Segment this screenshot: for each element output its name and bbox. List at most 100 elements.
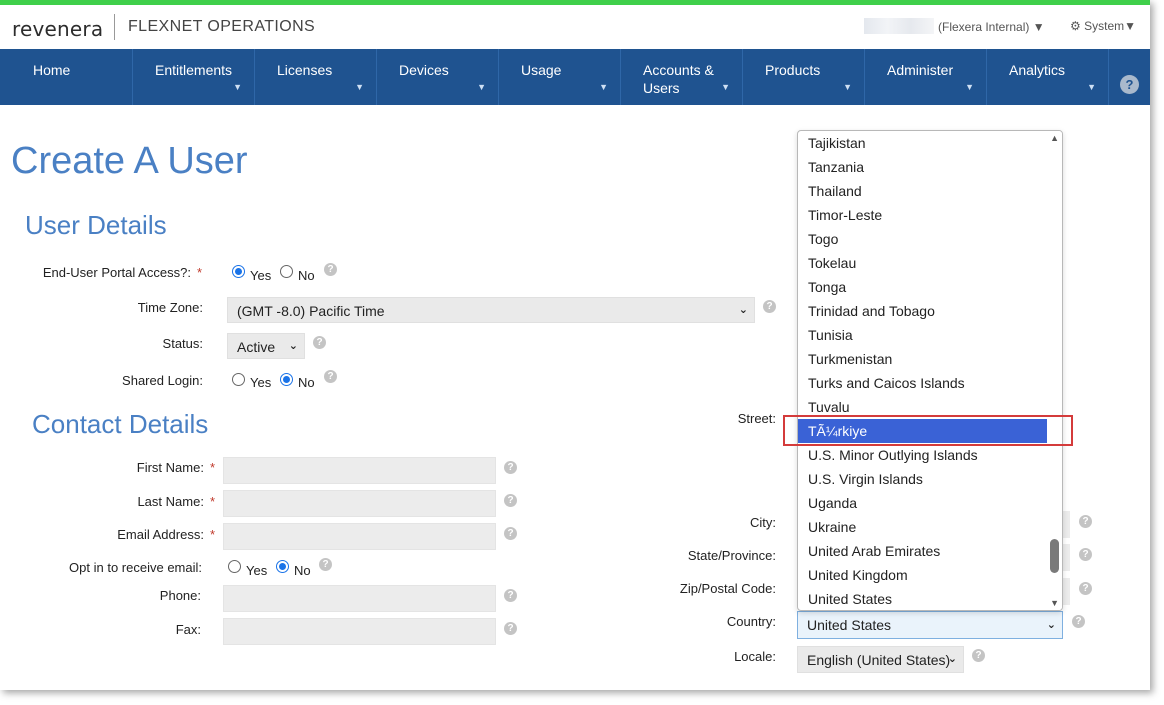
nav-home[interactable]: Home xyxy=(11,49,133,105)
help-icon[interactable]: ? xyxy=(313,336,326,349)
first-name-label: First Name: * xyxy=(137,460,215,475)
help-icon[interactable]: ? xyxy=(504,527,517,540)
country-option[interactable]: United Kingdom xyxy=(798,563,1048,587)
city-input[interactable] xyxy=(1063,511,1070,538)
country-option[interactable]: Tanzania xyxy=(798,155,1048,179)
locale-select[interactable]: English (United States) ⌄ xyxy=(797,646,964,673)
dropdown-scrollbar[interactable]: ▲ ▼ xyxy=(1047,131,1062,610)
help-icon[interactable]: ? xyxy=(1120,75,1139,94)
help-icon[interactable]: ? xyxy=(763,300,776,313)
nav-label: Products xyxy=(765,62,821,78)
gear-icon: ⚙ xyxy=(1070,19,1081,33)
opt-in-label: Opt in to receive email: xyxy=(69,560,202,575)
country-option[interactable]: Uganda xyxy=(798,491,1048,515)
nav-label: Entitlements xyxy=(155,62,233,78)
locale-label: Locale: xyxy=(734,649,776,664)
shared-login-yes-label: Yes xyxy=(250,375,272,390)
user-name-redacted[interactable] xyxy=(864,18,934,34)
country-option[interactable]: Thailand xyxy=(798,179,1048,203)
system-menu[interactable]: ⚙ System▼ xyxy=(1070,19,1136,33)
zip-input[interactable] xyxy=(1063,578,1070,605)
country-option[interactable]: Turkmenistan xyxy=(798,347,1048,371)
shared-login-no-radio[interactable] xyxy=(280,373,293,386)
last-name-input[interactable] xyxy=(223,490,496,517)
phone-input[interactable] xyxy=(223,585,496,612)
nav-label: Devices xyxy=(399,62,449,78)
time-zone-select[interactable]: (GMT -8.0) Pacific Time ⌄ xyxy=(227,297,755,323)
help-icon[interactable]: ? xyxy=(319,558,332,571)
nav-administer[interactable]: Administer ▼ xyxy=(865,49,987,105)
help-icon[interactable]: ? xyxy=(1079,548,1092,561)
zip-label: Zip/Postal Code: xyxy=(679,581,776,596)
country-option[interactable]: Tokelau xyxy=(798,251,1048,275)
time-zone-label: Time Zone: xyxy=(137,300,203,315)
help-icon[interactable]: ? xyxy=(504,494,517,507)
scroll-up-arrow-icon[interactable]: ▲ xyxy=(1050,133,1059,143)
help-icon[interactable]: ? xyxy=(972,649,985,662)
opt-in-no-label: No xyxy=(294,563,311,578)
nav-label: Administer xyxy=(887,62,954,78)
status-value: Active xyxy=(237,339,276,355)
nav-label: Analytics xyxy=(1009,62,1066,78)
country-option[interactable]: Tonga xyxy=(798,275,1048,299)
country-option[interactable]: United Arab Emirates xyxy=(798,539,1048,563)
country-option[interactable]: U.S. Minor Outlying Islands xyxy=(798,443,1048,467)
email-label: Email Address: * xyxy=(117,527,215,542)
state-input[interactable] xyxy=(1063,544,1070,571)
nav-licenses[interactable]: Licenses ▼ xyxy=(255,49,377,105)
revenera-logo[interactable]: revenera xyxy=(12,17,103,41)
nav-devices[interactable]: Devices ▼ xyxy=(377,49,499,105)
country-option[interactable]: Tunisia xyxy=(798,323,1048,347)
nav-usage[interactable]: Usage ▼ xyxy=(499,49,621,105)
email-label-text: Email Address: xyxy=(117,527,204,542)
caret-down-icon: ▼ xyxy=(965,82,974,92)
nav-accounts-users[interactable]: Accounts & Users ▼ xyxy=(621,49,743,105)
caret-down-icon: ▼ xyxy=(233,82,242,92)
caret-down-icon: ▼ xyxy=(721,82,730,92)
help-icon[interactable]: ? xyxy=(324,263,337,276)
page-title: Create A User xyxy=(11,140,248,182)
status-select[interactable]: Active ⌄ xyxy=(227,333,305,359)
opt-in-yes-radio[interactable] xyxy=(228,560,241,573)
email-input[interactable] xyxy=(223,523,496,550)
country-option[interactable]: Timor-Leste xyxy=(798,203,1048,227)
country-option[interactable]: United States xyxy=(798,587,1048,610)
country-option[interactable]: Turks and Caicos Islands xyxy=(798,371,1048,395)
scroll-down-arrow-icon[interactable]: ▼ xyxy=(1050,598,1059,608)
nav-products[interactable]: Products ▼ xyxy=(743,49,865,105)
country-option[interactable]: Trinidad and Tobago xyxy=(798,299,1048,323)
help-icon[interactable]: ? xyxy=(324,370,337,383)
user-menu[interactable]: (Flexera Internal) ▼ xyxy=(938,20,1045,34)
help-icon[interactable]: ? xyxy=(1079,515,1092,528)
opt-in-yes-label: Yes xyxy=(246,563,268,578)
shared-login-yes-radio[interactable] xyxy=(232,373,245,386)
caret-down-icon: ▼ xyxy=(1087,82,1096,92)
help-icon[interactable]: ? xyxy=(504,622,517,635)
opt-in-no-radio[interactable] xyxy=(276,560,289,573)
header: revenera FLEXNET OPERATIONS (Flexera Int… xyxy=(0,5,1150,49)
chevron-down-icon: ⌄ xyxy=(288,340,298,352)
country-option[interactable]: Ukraine xyxy=(798,515,1048,539)
help-icon[interactable]: ? xyxy=(504,461,517,474)
help-icon[interactable]: ? xyxy=(1079,582,1092,595)
main-nav: Home Entitlements ▼ Licenses ▼ Devices ▼ Us… xyxy=(0,49,1150,105)
nav-label: Usage xyxy=(521,62,562,78)
nav-analytics[interactable]: Analytics ▼ xyxy=(987,49,1109,105)
first-name-input[interactable] xyxy=(223,457,496,484)
portal-access-yes-radio[interactable] xyxy=(232,265,245,278)
country-dropdown-list[interactable]: Tajikistan Tanzania Thailand Timor-Leste… xyxy=(797,130,1063,611)
last-name-label: Last Name: * xyxy=(137,494,215,509)
fax-input[interactable] xyxy=(223,618,496,645)
city-label: City: xyxy=(750,515,776,530)
help-icon[interactable]: ? xyxy=(504,589,517,602)
first-name-label-text: First Name: xyxy=(136,460,204,475)
country-option[interactable]: Tajikistan xyxy=(798,131,1048,155)
country-select[interactable]: United States ⌄ xyxy=(797,611,1063,639)
last-name-label-text: Last Name: xyxy=(137,494,204,509)
scroll-thumb[interactable] xyxy=(1050,539,1059,573)
country-option[interactable]: Togo xyxy=(798,227,1048,251)
country-option[interactable]: U.S. Virgin Islands xyxy=(798,467,1048,491)
nav-entitlements[interactable]: Entitlements ▼ xyxy=(133,49,255,105)
help-icon[interactable]: ? xyxy=(1072,615,1085,628)
portal-access-no-radio[interactable] xyxy=(280,265,293,278)
